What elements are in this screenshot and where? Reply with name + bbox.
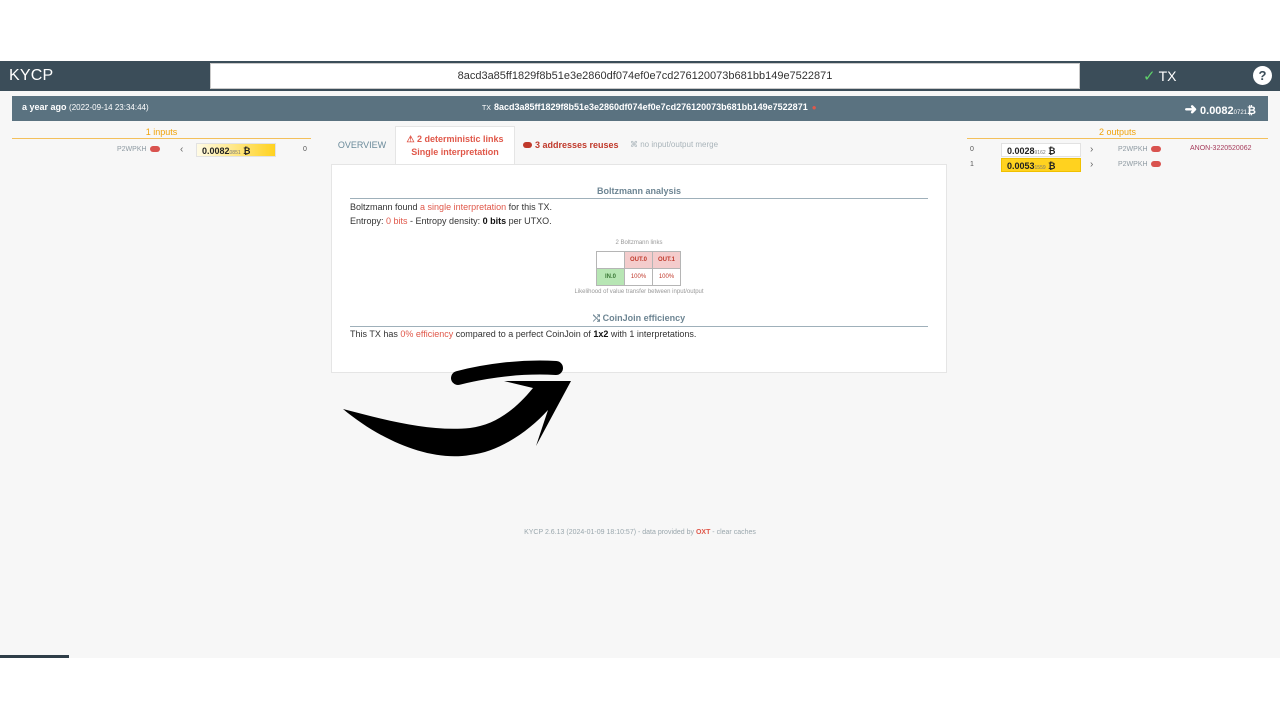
arrow-right-icon: ➜	[1184, 101, 1198, 118]
check-icon: ✓	[1143, 68, 1156, 85]
output-index: 0	[970, 146, 974, 153]
tx-id-value: 8acd3a85ff1829f8b51e3e2860df074ef0e7cd27…	[493, 102, 808, 112]
tab-links-line2: Single interpretation	[411, 147, 499, 157]
tx-age-relative: a year ago	[22, 102, 67, 112]
matrix-in0: IN.0	[596, 268, 625, 286]
coinjoin-title: ⤭ CoinJoin efficiency	[350, 313, 928, 327]
inputs-header: 1 inputs	[12, 127, 311, 139]
btc-symbol: ₿	[1247, 105, 1256, 117]
outputs-header: 2 outputs	[967, 127, 1268, 139]
tab-address-reuses[interactable]: 3 addresses reuses	[523, 126, 623, 164]
analysis-panel: Boltzmann analysis Boltzmann found a sin…	[331, 164, 947, 373]
tx-warning-dot-icon: ●	[811, 103, 817, 112]
output-amount: 0.00531559 ₿	[1001, 158, 1081, 172]
matrix-corner	[596, 251, 625, 269]
merge-icon: ⌘	[630, 140, 641, 149]
app-logo[interactable]: KYCP	[9, 67, 53, 85]
chevron-left-icon[interactable]: ‹	[180, 144, 183, 155]
address-reuse-icon	[1150, 146, 1161, 153]
top-bar: KYCP ✓TX ?	[0, 61, 1280, 91]
input-amount: 0.00820851 ₿	[196, 143, 276, 157]
chevron-right-icon[interactable]: ›	[1090, 159, 1093, 170]
output-type: P2WPKH	[1118, 161, 1161, 168]
tx-timestamp: (2022-09-14 23:34:44)	[69, 103, 149, 112]
boltzmann-matrix: OUT.0 OUT.1 IN.0 100% 100%	[596, 251, 681, 286]
tx-id-prefix: TX	[482, 105, 491, 112]
matrix-out1: OUT.1	[652, 251, 681, 269]
tx-total-main: 0.0082	[1200, 105, 1234, 117]
input-type: P2WPKH	[117, 146, 160, 153]
matrix-caption: Likelihood of value transfer between inp…	[574, 289, 704, 295]
matrix-title: 2 Boltzmann links	[615, 240, 663, 246]
tx-age: a year ago (2022-09-14 23:34:44)	[22, 102, 149, 112]
tx-id: TX 8acd3a85ff1829f8b51e3e2860df074ef0e7cd…	[482, 102, 817, 112]
app-viewport: KYCP ✓TX ? a year ago (2022-09-14 23:34:…	[0, 61, 1280, 658]
tab-io-merge[interactable]: ⌘ no input/output merge	[630, 126, 740, 164]
input-row[interactable]: P2WPKH ‹ 0.00820851 ₿ 0	[12, 143, 311, 157]
clear-caches-link[interactable]: - clear caches	[710, 529, 756, 536]
analysis-tabs: OVERVIEW ⚠ 2 deterministic links Single …	[331, 126, 947, 164]
tab-links-line1: ⚠ 2 deterministic links	[406, 134, 504, 144]
chevron-right-icon[interactable]: ›	[1090, 144, 1093, 155]
output-amount: 0.00289162 ₿	[1001, 143, 1081, 157]
output-index: 1	[970, 161, 974, 168]
coinjoin-summary: This TX has 0% efficiency compared to a …	[350, 329, 697, 339]
tx-mode-indicator[interactable]: ✓ TX	[1143, 67, 1176, 85]
output-type: P2WPKH	[1118, 146, 1161, 153]
tx-total-small: 0721	[1233, 110, 1248, 116]
matrix-cell: 100%	[652, 268, 681, 286]
boltzmann-title: Boltzmann analysis	[350, 186, 928, 199]
address-reuse-icon	[149, 146, 160, 153]
footer: KYCP 2.6.13 (2024-01-09 18:10:57) - data…	[524, 529, 756, 536]
tx-search-input[interactable]	[210, 63, 1080, 89]
entropy-summary: Entropy: 0 bits - Entropy density: 0 bit…	[350, 216, 552, 226]
address-reuse-icon	[1150, 161, 1161, 168]
oxt-link[interactable]: OXT	[696, 529, 710, 536]
matrix-out0: OUT.0	[624, 251, 653, 269]
matrix-cell: 100%	[624, 268, 653, 286]
output-label[interactable]: ANON-3220520062	[1190, 145, 1252, 152]
horizontal-scrollbar[interactable]	[0, 655, 69, 658]
tx-mode-label: TX	[1158, 68, 1177, 84]
tab-deterministic-links[interactable]: ⚠ 2 deterministic links Single interpret…	[395, 126, 515, 164]
tx-total: ➜ 0.00820721₿	[1184, 100, 1256, 118]
tab-overview[interactable]: OVERVIEW	[331, 126, 393, 164]
address-reuse-icon	[523, 142, 532, 148]
tx-summary-bar: a year ago (2022-09-14 23:34:44) TX 8acd3…	[12, 96, 1268, 121]
output-row[interactable]: 0 0.00289162 ₿ › P2WPKH ANON-3220520062	[967, 143, 1268, 157]
output-row[interactable]: 1 0.00531559 ₿ › P2WPKH	[967, 158, 1268, 172]
boltzmann-summary: Boltzmann found a single interpretation …	[350, 202, 552, 212]
help-button[interactable]: ?	[1253, 66, 1272, 85]
input-index: 0	[303, 146, 307, 153]
